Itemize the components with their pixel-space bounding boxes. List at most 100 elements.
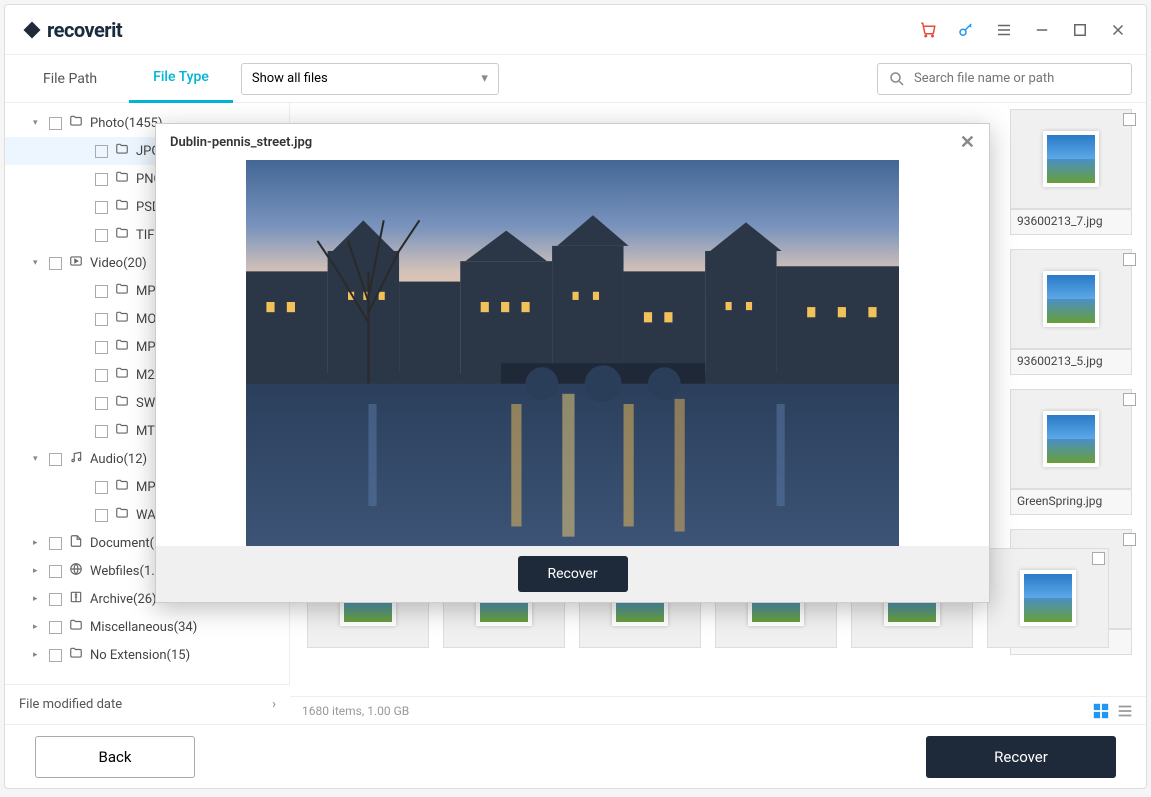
- tab-file-type[interactable]: File Type: [129, 55, 233, 103]
- menu-icon[interactable]: [994, 20, 1014, 40]
- bottom-bar: Back Recover: [5, 724, 1146, 788]
- thumb-checkbox[interactable]: [1123, 113, 1136, 126]
- caret-icon: ▸: [33, 650, 43, 660]
- file-modified-date-row[interactable]: File modified date ›: [5, 684, 290, 724]
- search-icon: [888, 70, 906, 88]
- preview-footer: Recover: [156, 546, 989, 602]
- grid-view-icon[interactable]: [1092, 702, 1110, 720]
- cart-icon[interactable]: [918, 20, 938, 40]
- thumbnail[interactable]: [987, 548, 1109, 648]
- tree-checkbox[interactable]: [95, 425, 108, 438]
- tree-icon: [114, 422, 130, 440]
- tree-label: Video(20): [90, 256, 147, 271]
- thumb-checkbox[interactable]: [1123, 533, 1136, 546]
- logo-icon: [23, 21, 41, 39]
- tree-icon: [114, 478, 130, 496]
- status-text: 1680 items, 1.00 GB: [302, 704, 409, 718]
- tree-label: Miscellaneous(34): [90, 620, 197, 635]
- preview-image: [246, 160, 899, 546]
- recover-button[interactable]: Recover: [926, 736, 1116, 778]
- tree-item[interactable]: ▸ No Extension(15): [5, 641, 289, 669]
- thumbnail[interactable]: GreenSpring.jpg: [1010, 389, 1140, 515]
- tree-checkbox[interactable]: [95, 481, 108, 494]
- tree-checkbox[interactable]: [95, 313, 108, 326]
- tree-checkbox[interactable]: [95, 145, 108, 158]
- preview-modal: Dublin-pennis_street.jpg ✕: [155, 123, 990, 603]
- tree-label: Audio(12): [90, 452, 147, 467]
- tree-checkbox[interactable]: [49, 117, 62, 130]
- thumb-label: GreenSpring.jpg: [1010, 489, 1132, 515]
- tree-icon: [114, 310, 130, 328]
- tree-icon: [68, 450, 84, 468]
- tree-icon: [114, 366, 130, 384]
- caret-icon: ▾: [33, 118, 43, 128]
- thumbnail[interactable]: 93600213_7.jpg: [1010, 109, 1140, 235]
- titlebar-actions: [918, 20, 1128, 40]
- tree-icon: [68, 646, 84, 664]
- tree-checkbox[interactable]: [49, 453, 62, 466]
- tree-icon: [68, 114, 84, 132]
- preview-recover-button[interactable]: Recover: [518, 556, 628, 592]
- tree-checkbox[interactable]: [95, 285, 108, 298]
- app-name: recoverit: [47, 18, 122, 42]
- key-icon[interactable]: [956, 20, 976, 40]
- tree-checkbox[interactable]: [95, 397, 108, 410]
- thumb-checkbox[interactable]: [1092, 552, 1105, 565]
- tree-checkbox[interactable]: [95, 173, 108, 186]
- preview-header: Dublin-pennis_street.jpg ✕: [156, 124, 989, 160]
- thumb-checkbox[interactable]: [1123, 393, 1136, 406]
- toolbar: File Path File Type Show all files: [5, 55, 1146, 103]
- tree-icon: [114, 198, 130, 216]
- view-toggle: [1092, 702, 1134, 720]
- chevron-right-icon: ›: [272, 697, 276, 712]
- list-view-icon[interactable]: [1116, 702, 1134, 720]
- tree-icon: [68, 534, 84, 552]
- app-window: recoverit File Path File: [4, 4, 1147, 789]
- tree-checkbox[interactable]: [95, 369, 108, 382]
- tree-checkbox[interactable]: [95, 201, 108, 214]
- preview-filename: Dublin-pennis_street.jpg: [170, 135, 312, 150]
- filter-dropdown[interactable]: Show all files: [241, 63, 499, 95]
- filter-value: Show all files: [252, 71, 328, 86]
- tree-icon: [68, 590, 84, 608]
- tree-checkbox[interactable]: [95, 341, 108, 354]
- search-input[interactable]: [914, 71, 1121, 86]
- tree-checkbox[interactable]: [95, 229, 108, 242]
- thumb-checkbox[interactable]: [1123, 253, 1136, 266]
- tree-checkbox[interactable]: [95, 509, 108, 522]
- maximize-icon[interactable]: [1070, 20, 1090, 40]
- tree-icon: [114, 170, 130, 188]
- tree-label: Webfiles(1…): [90, 564, 164, 579]
- tree-checkbox[interactable]: [49, 537, 62, 550]
- titlebar: recoverit: [5, 5, 1146, 55]
- back-button[interactable]: Back: [35, 736, 195, 778]
- tree-icon: [114, 338, 130, 356]
- thumbnail[interactable]: 93600213_5.jpg: [1010, 249, 1140, 375]
- tree-icon: [68, 254, 84, 272]
- search-box[interactable]: [877, 63, 1132, 95]
- tree-icon: [68, 562, 84, 580]
- file-modified-label: File modified date: [19, 697, 122, 712]
- tree-icon: [114, 282, 130, 300]
- minimize-icon[interactable]: [1032, 20, 1052, 40]
- tree-icon: [114, 142, 130, 160]
- tree-checkbox[interactable]: [49, 565, 62, 578]
- caret-icon: ▾: [33, 454, 43, 464]
- tree-icon: [114, 394, 130, 412]
- tree-checkbox[interactable]: [49, 257, 62, 270]
- tab-file-path[interactable]: File Path: [19, 55, 121, 103]
- tree-icon: [114, 226, 130, 244]
- tree-label: No Extension(15): [90, 648, 190, 663]
- preview-close-icon[interactable]: ✕: [960, 132, 975, 153]
- tree-icon: [68, 618, 84, 636]
- tree-checkbox[interactable]: [49, 621, 62, 634]
- close-icon[interactable]: [1108, 20, 1128, 40]
- tree-checkbox[interactable]: [49, 649, 62, 662]
- app-logo: recoverit: [23, 18, 122, 42]
- tree-label: Photo(1455): [90, 116, 163, 131]
- tree-checkbox[interactable]: [49, 593, 62, 606]
- caret-icon: ▸: [33, 566, 43, 576]
- caret-icon: ▸: [33, 594, 43, 604]
- tree-item[interactable]: ▸Miscellaneous(34): [5, 613, 289, 641]
- caret-icon: ▸: [33, 538, 43, 548]
